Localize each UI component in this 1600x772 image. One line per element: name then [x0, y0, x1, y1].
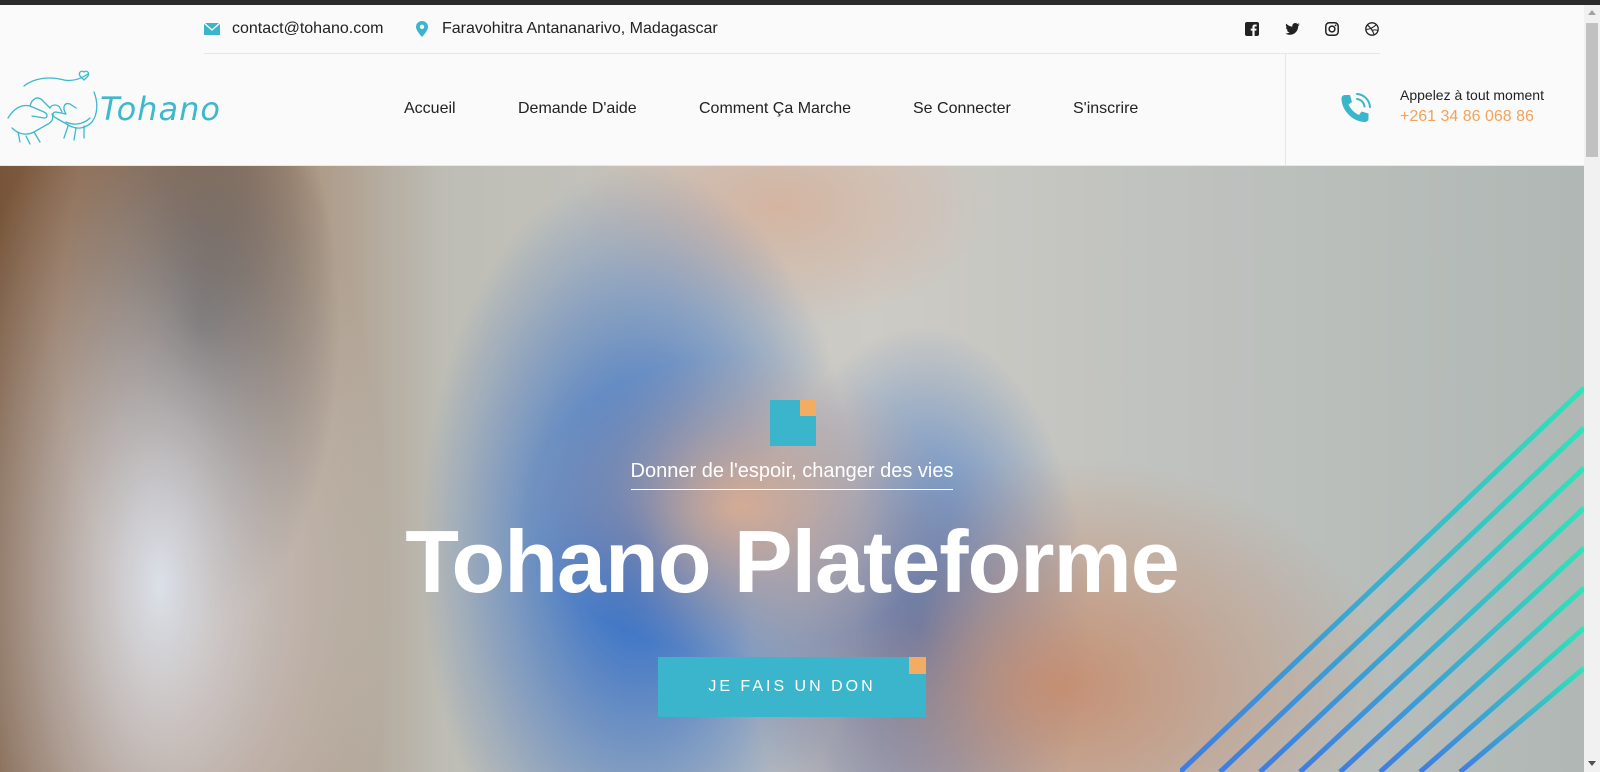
call-label: Appelez à tout moment	[1400, 87, 1544, 103]
hero-decorative-square	[770, 400, 816, 446]
facebook-icon[interactable]	[1242, 19, 1262, 39]
main-header: Tohano Accueil Demande D'aide Comment Ça…	[0, 54, 1584, 166]
donate-button-corner	[909, 657, 926, 674]
contact-address-text: Faravohitra Antananarivo, Madagascar	[442, 20, 718, 37]
logo[interactable]: Tohano	[4, 68, 234, 148]
dribbble-icon[interactable]	[1362, 19, 1382, 39]
logo-text: Tohano	[100, 90, 221, 128]
topbar: contact@tohano.com Faravohitra Antananar…	[0, 5, 1584, 54]
call-box[interactable]: Appelez à tout moment +261 34 86 068 86	[1285, 54, 1584, 166]
contact-email-text: contact@tohano.com	[232, 20, 384, 37]
nav-item-sinscrire[interactable]: S'inscrire	[1073, 100, 1138, 118]
hero-title: Tohano Plateforme	[405, 512, 1179, 611]
nav-item-se-connecter[interactable]: Se Connecter	[913, 100, 1011, 118]
hero-decorative-corner	[800, 400, 816, 416]
call-number[interactable]: +261 34 86 068 86	[1400, 108, 1534, 126]
nav-item-comment-ca-marche[interactable]: Comment Ça Marche	[699, 100, 851, 118]
map-pin-icon	[416, 21, 428, 37]
donate-button[interactable]: JE FAIS UN DON	[658, 657, 926, 717]
scroll-down-arrow-icon[interactable]	[1588, 761, 1596, 766]
pinky-promise-hands-icon	[7, 70, 98, 145]
envelope-icon	[204, 23, 220, 35]
donate-button-label: JE FAIS UN DON	[708, 678, 876, 695]
topbar-inner: contact@tohano.com Faravohitra Antananar…	[204, 5, 1380, 54]
hero-subtitle-wrap: Donner de l'espoir, changer des vies	[0, 460, 1584, 490]
contact-email[interactable]: contact@tohano.com	[204, 5, 383, 53]
scroll-thumb[interactable]	[1586, 23, 1598, 157]
nav-item-accueil[interactable]: Accueil	[404, 100, 456, 118]
page-scrollbar[interactable]	[1584, 5, 1600, 772]
instagram-icon[interactable]	[1322, 19, 1342, 39]
nav-item-demande-aide[interactable]: Demande D'aide	[518, 100, 637, 118]
scroll-up-arrow-icon[interactable]	[1588, 10, 1596, 15]
contact-address: Faravohitra Antananarivo, Madagascar	[416, 5, 718, 53]
phone-ringing-icon	[1338, 92, 1372, 131]
hero-subtitle: Donner de l'espoir, changer des vies	[630, 460, 954, 490]
hero-section: Donner de l'espoir, changer des vies Toh…	[0, 166, 1584, 772]
twitter-icon[interactable]	[1282, 19, 1302, 39]
